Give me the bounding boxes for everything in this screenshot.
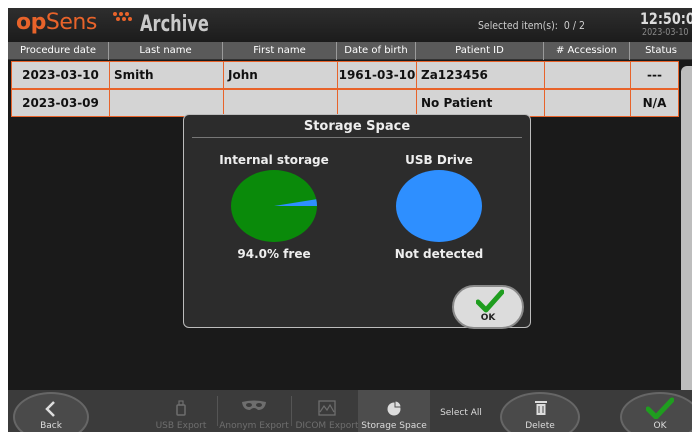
anonym-export-button[interactable]: Anonym Export	[218, 390, 290, 432]
column-first-name[interactable]: First name	[223, 42, 337, 60]
column-patient-id[interactable]: Patient ID	[416, 42, 544, 60]
bottom-toolbar: Back USB Export Anonym Export DICOM Expo…	[8, 390, 692, 432]
cell-first-name: John	[224, 62, 338, 88]
cell-procedure-date: 2023-03-09	[12, 90, 110, 116]
selected-count: 0 / 2	[563, 19, 585, 32]
cell-procedure-date: 2023-03-10	[12, 62, 110, 88]
page-title: Archive	[140, 12, 209, 37]
chevron-left-icon	[45, 401, 55, 417]
column-procedure-date[interactable]: Procedure date	[8, 42, 109, 60]
table-row[interactable]: 2023-03-09 No Patient N/A	[11, 89, 679, 117]
pie-chart-icon	[387, 400, 402, 416]
archive-screen: opSens Archive Selected item(s): 0 / 2 1…	[8, 8, 692, 432]
cell-accession	[545, 90, 631, 116]
cell-status: ---	[647, 68, 662, 82]
dicom-export-button[interactable]: DICOM Export	[292, 390, 362, 432]
cell-patient-id: No Patient	[417, 90, 545, 116]
column-last-name[interactable]: Last name	[109, 42, 223, 60]
cell-date-of-birth	[338, 90, 417, 116]
column-accession[interactable]: # Accession	[544, 42, 630, 60]
cell-status: N/A	[642, 96, 667, 110]
usb-drive-slice	[396, 170, 482, 242]
clock-time: 12:50:03	[640, 9, 692, 28]
opsens-logo: opSens	[16, 10, 97, 35]
clock-date: 2023-03-10	[642, 27, 689, 38]
internal-storage-pie-chart	[231, 170, 317, 242]
dialog-divider	[192, 137, 522, 138]
table-header: Procedure date Last name First name Date…	[8, 42, 692, 60]
select-all-button[interactable]: Select All	[430, 390, 492, 432]
cell-accession	[545, 62, 631, 88]
back-button[interactable]: Back	[13, 392, 89, 432]
cell-last-name: Smith	[110, 62, 224, 88]
dicom-image-icon	[318, 400, 336, 416]
internal-storage-status: 94.0% free	[237, 247, 311, 261]
header-bar: opSens Archive Selected item(s): 0 / 2 1…	[8, 8, 692, 42]
checkmark-icon	[476, 289, 504, 313]
dialog-title: Storage Space	[303, 119, 411, 134]
cell-date-of-birth: 1961-03-10	[338, 62, 417, 88]
column-date-of-birth[interactable]: Date of birth	[337, 42, 416, 60]
usb-drive-status: Not detected	[394, 247, 484, 261]
usb-icon	[176, 400, 186, 416]
usb-drive-pie-chart	[396, 170, 482, 242]
ok-button[interactable]: OK	[620, 392, 692, 432]
mask-icon	[242, 400, 266, 410]
usb-export-button[interactable]: USB Export	[146, 390, 216, 432]
column-status[interactable]: Status	[630, 42, 692, 60]
internal-storage-label: Internal storage	[219, 153, 329, 167]
checkmark-icon	[646, 397, 674, 419]
cell-last-name	[110, 90, 224, 116]
selected-items-indicator: Selected item(s): 0 / 2	[478, 19, 585, 32]
storage-space-button[interactable]: Storage Space	[358, 390, 430, 432]
trash-icon	[535, 401, 547, 415]
table-row[interactable]: 2023-03-10 Smith John 1961-03-10 Za12345…	[11, 61, 679, 89]
cell-first-name	[224, 90, 338, 116]
logo-dots	[113, 12, 135, 22]
scrollbar[interactable]	[681, 66, 692, 396]
dialog-ok-button[interactable]: OK	[452, 285, 524, 329]
cell-patient-id: Za123456	[417, 62, 545, 88]
usb-drive-label: USB Drive	[405, 153, 473, 167]
storage-space-dialog: Storage Space Internal storage 94.0% fre…	[183, 114, 531, 329]
delete-button[interactable]: Delete	[500, 392, 580, 432]
